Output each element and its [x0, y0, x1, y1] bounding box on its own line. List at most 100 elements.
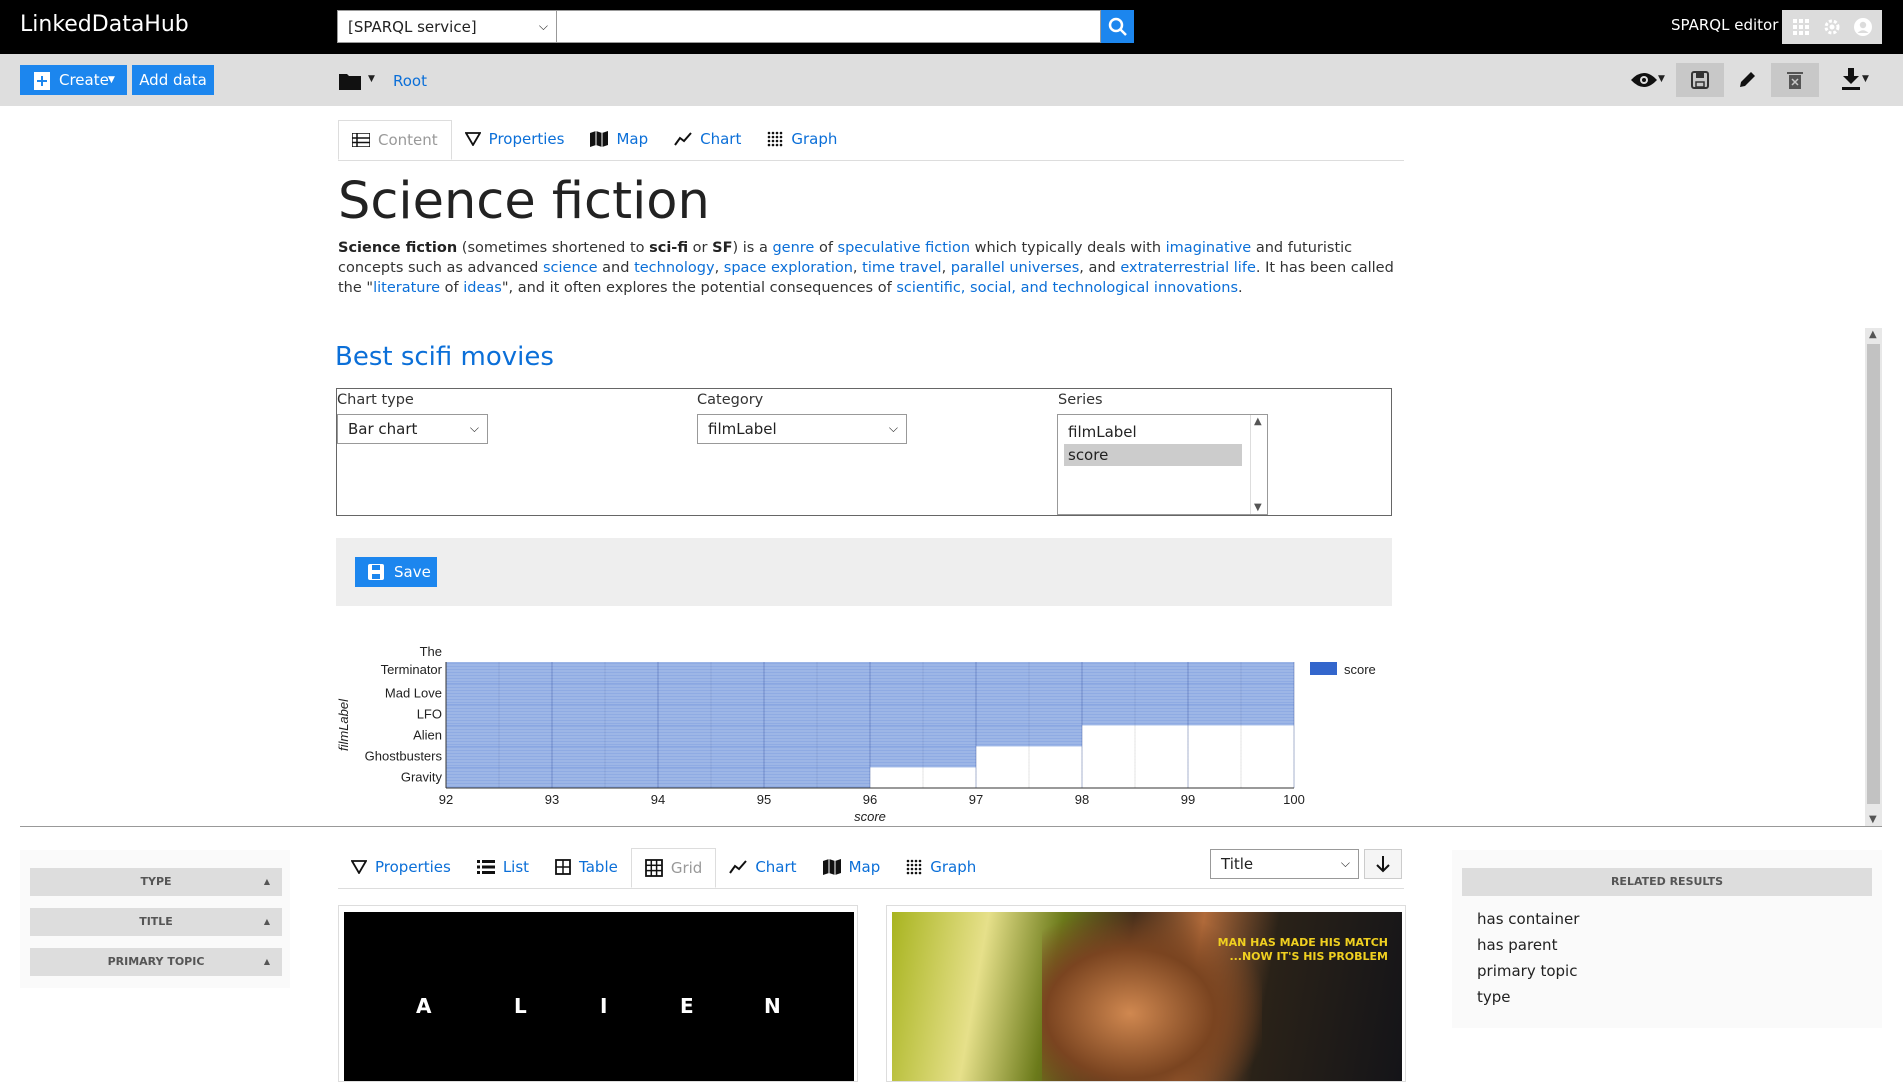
create-button[interactable]: Create ▼ — [20, 65, 127, 95]
caret-up-icon: ▲ — [263, 917, 270, 926]
desc-link[interactable]: genre — [772, 240, 814, 256]
desc-text: , — [714, 260, 724, 276]
result-card-alien[interactable]: A L I E N — [338, 905, 858, 1082]
x-tick-label: 99 — [1181, 792, 1195, 807]
pencil-icon[interactable] — [1737, 70, 1757, 90]
facet-title[interactable]: TITLE ▲ — [30, 908, 282, 936]
x-tick-label: 97 — [969, 792, 983, 807]
facet-type[interactable]: TYPE ▲ — [30, 868, 282, 896]
gear-icon[interactable] — [1822, 17, 1842, 37]
result-card-blade-runner[interactable]: MAN HAS MADE HIS MATCH ...NOW IT'S HIS P… — [886, 905, 1406, 1082]
tab-results-properties[interactable]: Properties — [338, 848, 464, 886]
desc-text: , and — [1079, 260, 1121, 276]
chevron-down-icon: ▼ — [1869, 814, 1877, 825]
properties-icon — [464, 132, 481, 146]
scrollbar-thumb[interactable] — [1867, 344, 1880, 804]
chart-icon — [729, 860, 748, 874]
poster-letter: N — [764, 994, 781, 1018]
facet-primary-topic[interactable]: PRIMARY TOPIC ▲ — [30, 948, 282, 976]
save-button-label: Save — [394, 563, 431, 581]
tab-graph[interactable]: Graph — [754, 120, 850, 158]
sort-direction-button[interactable] — [1364, 849, 1402, 879]
desc-link[interactable]: technology — [634, 260, 715, 276]
category-value: filmLabel — [708, 420, 777, 438]
section-divider — [20, 826, 1882, 827]
chart-type-label: Chart type — [337, 392, 414, 408]
search-input[interactable] — [557, 10, 1101, 43]
breadcrumb-root[interactable]: Root — [393, 72, 427, 90]
caret-down-icon[interactable]: ▼ — [1658, 74, 1665, 84]
series-option-selected[interactable]: score — [1064, 444, 1242, 466]
desc-link[interactable]: parallel universes — [951, 260, 1079, 276]
tab-properties[interactable]: Properties — [452, 120, 578, 158]
grid-icon — [644, 859, 663, 877]
desc-text: of — [440, 280, 464, 296]
tab-results-graph[interactable]: Graph — [893, 848, 989, 886]
listbox-scrollbar[interactable]: ▲ ▼ — [1250, 415, 1267, 514]
desc-link[interactable]: time travel — [862, 260, 941, 276]
sparql-editor-link[interactable]: SPARQL editor — [1671, 16, 1778, 34]
related-item[interactable]: has container — [1477, 910, 1579, 928]
download-icon[interactable] — [1842, 68, 1860, 90]
create-button-label: Create — [59, 71, 109, 89]
blade-runner-poster[interactable]: MAN HAS MADE HIS MATCH ...NOW IT'S HIS P… — [892, 912, 1402, 1081]
x-tick-label: 95 — [757, 792, 771, 807]
search-button[interactable] — [1101, 10, 1134, 43]
related-item[interactable]: primary topic — [1477, 962, 1577, 980]
brand-logo[interactable]: LinkedDataHub — [20, 12, 189, 37]
tab-list[interactable]: List — [464, 848, 542, 886]
desc-text: . — [1238, 280, 1243, 296]
series-option[interactable]: filmLabel — [1068, 423, 1137, 441]
desc-link[interactable]: imaginative — [1166, 240, 1252, 256]
eye-icon[interactable] — [1630, 71, 1658, 89]
chevron-down-icon: ▼ — [1254, 502, 1262, 513]
chart-heading[interactable]: Best scifi movies — [335, 342, 554, 372]
desc-link[interactable]: scientific, social, and technological in… — [896, 280, 1238, 296]
search-icon — [1108, 17, 1127, 36]
x-axis-title: score — [854, 809, 886, 824]
user-avatar-icon[interactable] — [1853, 17, 1873, 37]
tab-label: Graph — [930, 858, 977, 876]
desc-text: , — [941, 260, 951, 276]
chevron-down-icon: ⌵ — [1340, 856, 1350, 870]
save-document-button[interactable] — [1676, 63, 1724, 97]
sort-select[interactable]: Title ⌵ — [1210, 849, 1359, 879]
desc-link[interactable]: science — [543, 260, 598, 276]
series-label: Series — [1058, 392, 1103, 408]
caret-down-icon[interactable]: ▼ — [368, 74, 375, 84]
desc-link[interactable]: extraterrestrial life — [1120, 260, 1256, 276]
tab-results-chart[interactable]: Chart — [716, 848, 809, 886]
delete-button[interactable] — [1771, 63, 1819, 97]
tab-table[interactable]: Table — [542, 848, 631, 886]
series-listbox[interactable]: filmLabel score ▲ ▼ — [1057, 414, 1268, 515]
related-item[interactable]: has parent — [1477, 936, 1557, 954]
tab-map[interactable]: Map — [577, 120, 661, 158]
desc-text: of — [814, 240, 838, 256]
tab-results-map[interactable]: Map — [810, 848, 894, 886]
poster-tagline: MAN HAS MADE HIS MATCH — [1217, 936, 1388, 949]
caret-down-icon[interactable]: ▼ — [1862, 74, 1869, 84]
sparql-service-select[interactable]: [SPARQL service] ⌵ — [337, 10, 557, 43]
category-select[interactable]: filmLabel ⌵ — [697, 414, 907, 444]
folder-icon[interactable] — [339, 72, 361, 90]
service-select-value: [SPARQL service] — [348, 18, 477, 36]
apps-grid-icon[interactable] — [1791, 17, 1811, 37]
chart-type-select[interactable]: Bar chart ⌵ — [337, 414, 488, 444]
desc-link[interactable]: ideas — [463, 280, 502, 296]
alien-poster[interactable]: A L I E N — [344, 912, 854, 1081]
related-item[interactable]: type — [1477, 988, 1511, 1006]
related-results-header: RELATED RESULTS — [1462, 868, 1872, 896]
save-button[interactable]: Save — [355, 557, 437, 587]
x-tick-label: 93 — [545, 792, 559, 807]
add-data-button[interactable]: Add data — [132, 65, 214, 95]
chart-type-value: Bar chart — [348, 420, 418, 438]
chevron-down-icon: ⌵ — [538, 19, 548, 33]
desc-link[interactable]: space exploration — [724, 260, 853, 276]
page-scrollbar[interactable]: ▲ ▼ — [1865, 328, 1882, 826]
tab-content[interactable]: Content — [338, 120, 452, 160]
tab-chart[interactable]: Chart — [661, 120, 754, 158]
desc-link[interactable]: literature — [373, 280, 440, 296]
desc-text: ", and it often explores the potential c… — [501, 280, 897, 296]
desc-link[interactable]: speculative fiction — [838, 240, 970, 256]
tab-grid[interactable]: Grid — [630, 848, 717, 888]
